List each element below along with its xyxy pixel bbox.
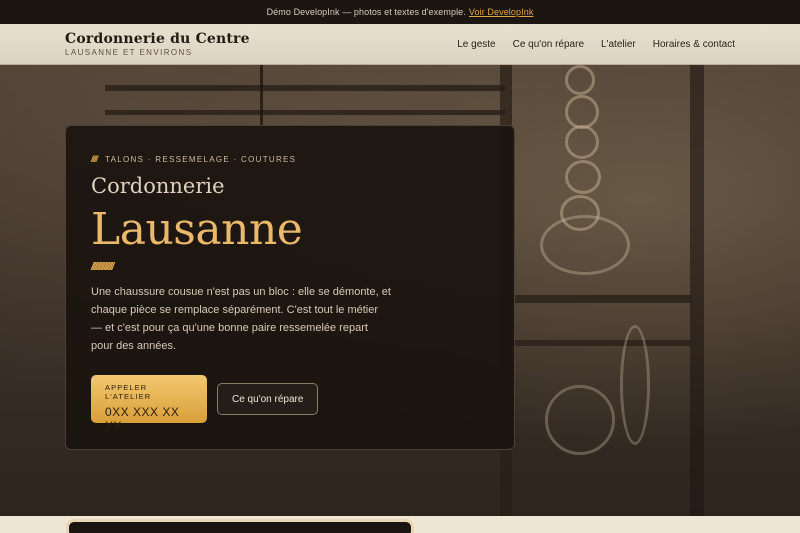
- repairs-button[interactable]: Ce qu'on répare: [217, 383, 319, 415]
- photo-frame: [66, 519, 414, 533]
- site-header: Cordonnerie du Centre LAUSANNE ET ENVIRO…: [0, 24, 800, 65]
- nav-ce-quon-repare[interactable]: Ce qu'on répare: [513, 39, 584, 50]
- eyebrow-text: TALONS · RESSEMELAGE · COUTURES: [105, 154, 297, 164]
- hero-title-small: Cordonnerie: [91, 174, 225, 198]
- developink-link[interactable]: Voir DevelopInk: [469, 7, 534, 17]
- dash-divider-icon: //////////////: [91, 261, 114, 273]
- hero-section: //// TALONS · RESSEMELAGE · COUTURES Cor…: [0, 65, 800, 516]
- nav-le-geste[interactable]: Le geste: [457, 39, 495, 50]
- call-button-label: APPELER L'ATELIER: [105, 383, 152, 401]
- next-section-peek: [0, 516, 800, 533]
- hero-actions: APPELER L'ATELIER 0XX XXX XX XX Ce qu'on…: [91, 375, 489, 433]
- hero-card: //// TALONS · RESSEMELAGE · COUTURES Cor…: [65, 125, 515, 450]
- brand-name: Cordonnerie du Centre: [65, 31, 250, 47]
- eyebrow-dash-icon: ////: [91, 154, 98, 164]
- main-nav: Le geste Ce qu'on répare L'atelier Horai…: [457, 39, 735, 50]
- hero-description: Une chaussure cousue n'est pas un bloc :…: [91, 286, 391, 352]
- announcement-bar: Démo DevelopInk — photos et textes d'exe…: [0, 0, 800, 24]
- brand-subtitle: LAUSANNE ET ENVIRONS: [65, 48, 193, 57]
- call-button-number: 0XX XXX XX XX: [105, 405, 180, 433]
- call-atelier-button[interactable]: APPELER L'ATELIER 0XX XXX XX XX: [91, 375, 207, 433]
- nav-latelier[interactable]: L'atelier: [601, 39, 636, 50]
- announcement-text: Démo DevelopInk — photos et textes d'exe…: [266, 7, 466, 17]
- brand[interactable]: Cordonnerie du Centre LAUSANNE ET ENVIRO…: [65, 31, 250, 57]
- hero-eyebrow: //// TALONS · RESSEMELAGE · COUTURES: [91, 154, 489, 164]
- nav-horaires-contact[interactable]: Horaires & contact: [653, 39, 735, 50]
- hero-title-big: Lausanne: [91, 204, 303, 255]
